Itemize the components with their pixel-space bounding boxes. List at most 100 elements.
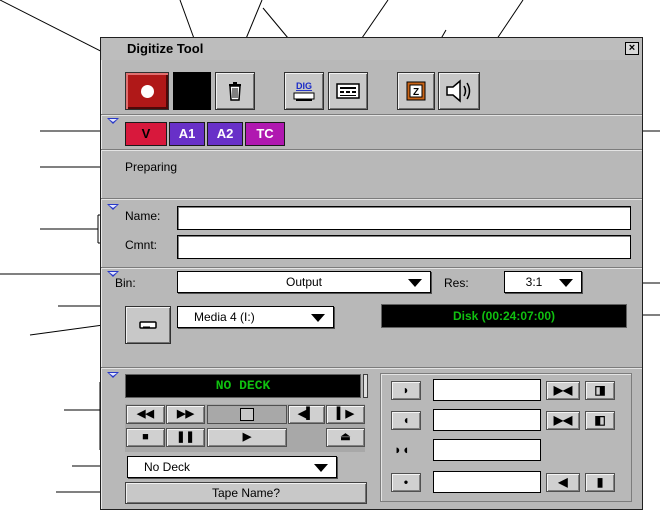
clear-all-icon: ▮ [596, 475, 604, 489]
bin-select[interactable]: Output [177, 271, 431, 293]
audio-meter-icon: Z [406, 81, 426, 101]
rewind-icon: ◀◀ [137, 408, 154, 420]
track-label: A1 [178, 126, 196, 141]
mark-in-button[interactable]: ◗ [391, 381, 421, 400]
disk-status-text: Disk (00:24:07:00) [452, 309, 556, 323]
track-label: V [141, 126, 151, 141]
close-button[interactable]: × [625, 42, 639, 55]
clear-in-icon: ◨ [594, 383, 606, 397]
go-to-start-icon: ◀ [558, 475, 568, 489]
deck-config-button[interactable] [328, 72, 368, 110]
camroll-field[interactable] [433, 471, 541, 493]
mark-out-field[interactable] [433, 409, 541, 431]
camroll-button[interactable]: • [391, 473, 421, 492]
tape-name-button[interactable]: Tape Name? [125, 482, 367, 504]
clear-all-button[interactable]: ▮ [585, 473, 615, 492]
track-tc-button[interactable]: TC [245, 122, 285, 146]
deck-display: NO DECK [125, 374, 361, 398]
trash-button[interactable] [215, 72, 255, 110]
name-label: Name: [125, 209, 161, 223]
track-v-button[interactable]: V [125, 122, 167, 146]
duration-icon: ◗◖ [394, 442, 410, 457]
record-dot-icon [141, 85, 154, 98]
eject-icon: ⏏ [340, 431, 351, 443]
fast-forward-button[interactable]: ▶▶ [166, 405, 205, 424]
stop-deck-button[interactable]: ■ [126, 428, 165, 447]
chevron-down-icon [559, 279, 573, 287]
deck-controls-panel: ◀◀ ▶▶ ◀▍ ▍▶ ■ ❚❚ ▶ ⏏ [125, 404, 365, 452]
res-value: 3:1 [525, 275, 543, 289]
section-expander-icon[interactable] [107, 204, 119, 210]
mark-in-icon: ◗ [402, 383, 410, 397]
mark-out-icon: ◖ [402, 413, 410, 427]
play-icon: ▶ [242, 431, 252, 443]
drive-icon [139, 321, 157, 329]
status-section [101, 149, 642, 197]
step-forward-icon: ▍▶ [337, 408, 354, 420]
resolution-select[interactable]: 3:1 [504, 271, 582, 293]
status-text: Preparing [125, 160, 178, 174]
name-field[interactable] [177, 206, 631, 230]
shuttle-slider[interactable] [207, 405, 287, 424]
window-title: Digitize Tool [127, 41, 204, 56]
track-a2-button[interactable]: A2 [207, 122, 243, 146]
record-button[interactable] [125, 72, 169, 110]
dig-deck-icon: DIG [293, 81, 315, 101]
go-to-in-icon: ▶◀ [553, 383, 573, 397]
play-button[interactable]: ▶ [207, 428, 287, 447]
clear-out-button[interactable]: ◧ [585, 411, 615, 430]
bin-value: Output [285, 275, 323, 289]
clear-in-button[interactable]: ◨ [585, 381, 615, 400]
dig-icon-text: DIG [296, 81, 312, 91]
chevron-down-icon [311, 314, 325, 322]
svg-text:Z: Z [413, 87, 419, 98]
deck-display-text: NO DECK [215, 378, 271, 393]
section-expander-icon[interactable] [107, 372, 119, 378]
pause-icon: ❚❚ [176, 431, 195, 443]
mark-in-field[interactable] [433, 379, 541, 401]
section-expander-icon[interactable] [107, 118, 119, 124]
target-drive-select[interactable]: Media 4 (I:) [177, 306, 334, 328]
bin-label: Bin: [115, 276, 136, 290]
go-to-in-button[interactable]: ▶◀ [546, 381, 580, 400]
chevron-down-icon [408, 279, 422, 287]
deck-select[interactable]: No Deck [127, 456, 337, 478]
duration-field[interactable] [433, 439, 541, 461]
comment-label: Cmnt: [125, 238, 158, 252]
go-to-out-button[interactable]: ▶◀ [546, 411, 580, 430]
mark-out-button[interactable]: ◖ [391, 411, 421, 430]
dig-toggle-button[interactable]: DIG [284, 72, 324, 110]
go-to-start-button[interactable]: ◀ [546, 473, 580, 492]
deck-display-scrollbar[interactable] [363, 374, 368, 398]
digitize-tool-window: Digitize Tool × DIG Z V A1 A2 TC Prepari… [100, 37, 643, 510]
clear-out-icon: ◧ [594, 413, 606, 427]
step-back-icon: ◀▍ [298, 408, 315, 420]
fast-forward-icon: ▶▶ [177, 408, 194, 420]
disk-status-display: Disk (00:24:07:00) [381, 304, 627, 328]
track-label: TC [256, 126, 274, 141]
stop-button[interactable] [173, 72, 211, 110]
chevron-down-icon [314, 464, 328, 472]
res-label: Res: [444, 276, 469, 290]
audio-tool-button[interactable]: Z [397, 72, 435, 110]
deck-icon [336, 83, 360, 99]
rewind-button[interactable]: ◀◀ [126, 405, 165, 424]
camroll-icon: • [403, 475, 409, 489]
target-drive-value: Media 4 (I:) [194, 310, 255, 324]
title-bar[interactable]: Digitize Tool × [101, 38, 642, 60]
step-forward-button[interactable]: ▍▶ [326, 405, 365, 424]
slider-handle[interactable] [240, 408, 254, 421]
target-drive-button[interactable] [125, 306, 171, 344]
eject-button[interactable]: ⏏ [326, 428, 365, 447]
stop-icon: ■ [142, 431, 149, 443]
deck-select-value: No Deck [144, 460, 191, 474]
tape-name-label: Tape Name? [211, 486, 281, 500]
track-label: A2 [216, 126, 234, 141]
comment-field[interactable] [177, 235, 631, 259]
trash-icon [229, 82, 241, 101]
pause-button[interactable]: ❚❚ [166, 428, 205, 447]
track-a1-button[interactable]: A1 [169, 122, 205, 146]
step-back-button[interactable]: ◀▍ [288, 405, 325, 424]
speaker-icon [446, 79, 471, 103]
speaker-button[interactable] [438, 72, 480, 110]
